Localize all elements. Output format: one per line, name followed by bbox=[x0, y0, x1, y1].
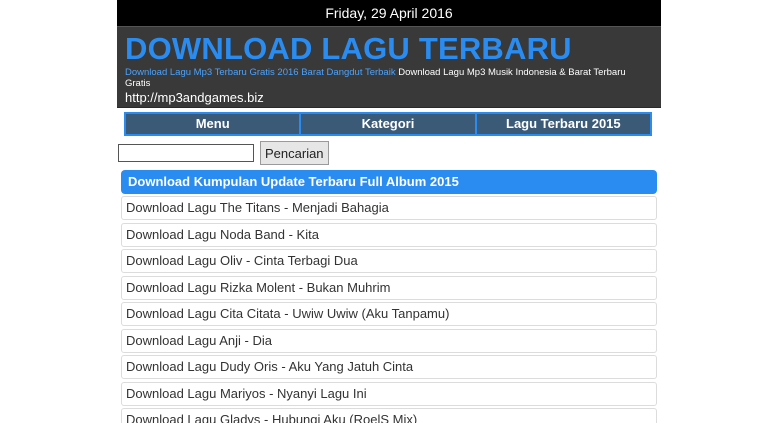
list-item[interactable]: Download Lagu Oliv - Cinta Terbagi Dua bbox=[121, 249, 657, 273]
search-input[interactable] bbox=[118, 144, 254, 162]
site-tagline: Download Lagu Mp3 Terbaru Gratis 2016 Ba… bbox=[125, 67, 653, 89]
list-heading[interactable]: Download Kumpulan Update Terbaru Full Al… bbox=[121, 170, 657, 194]
list-item[interactable]: Download Lagu Mariyos - Nyanyi Lagu Ini bbox=[121, 381, 657, 406]
nav-item-kategori[interactable]: Kategori bbox=[301, 114, 477, 134]
site-title[interactable]: DOWNLOAD LAGU TERBARU bbox=[125, 33, 653, 65]
search-form: Pencarian bbox=[118, 141, 329, 165]
date-bar: Friday, 29 April 2016 bbox=[117, 0, 661, 26]
main-nav: Menu Kategori Lagu Terbaru 2015 bbox=[124, 112, 652, 136]
list-item[interactable]: Download Lagu Cita Citata - Uwiw Uwiw (A… bbox=[121, 302, 657, 326]
search-button[interactable]: Pencarian bbox=[260, 141, 329, 165]
nav-item-lagu-terbaru-2015[interactable]: Lagu Terbaru 2015 bbox=[477, 114, 650, 134]
nav-item-menu[interactable]: Menu bbox=[126, 114, 302, 134]
list-item[interactable]: Download Lagu Noda Band - Kita bbox=[121, 222, 657, 247]
main-column: Friday, 29 April 2016 DOWNLOAD LAGU TERB… bbox=[117, 0, 661, 108]
tagline-link[interactable]: Download Lagu Mp3 Terbaru Gratis 2016 Ba… bbox=[125, 67, 396, 78]
current-date: Friday, 29 April 2016 bbox=[325, 5, 453, 21]
site-url: http://mp3andgames.biz bbox=[125, 90, 264, 105]
list-item[interactable]: Download Lagu Anji - Dia bbox=[121, 328, 657, 353]
list-item[interactable]: Download Lagu Gladys - Hubungi Aku (Roel… bbox=[121, 408, 657, 423]
list-item[interactable]: Download Lagu The Titans - Menjadi Bahag… bbox=[121, 196, 657, 220]
song-list: Download Kumpulan Update Terbaru Full Al… bbox=[121, 170, 657, 423]
site-header: DOWNLOAD LAGU TERBARU Download Lagu Mp3 … bbox=[117, 26, 661, 108]
page: Friday, 29 April 2016 DOWNLOAD LAGU TERB… bbox=[0, 0, 777, 423]
list-item[interactable]: Download Lagu Dudy Oris - Aku Yang Jatuh… bbox=[121, 355, 657, 379]
list-item[interactable]: Download Lagu Rizka Molent - Bukan Muhri… bbox=[121, 275, 657, 300]
